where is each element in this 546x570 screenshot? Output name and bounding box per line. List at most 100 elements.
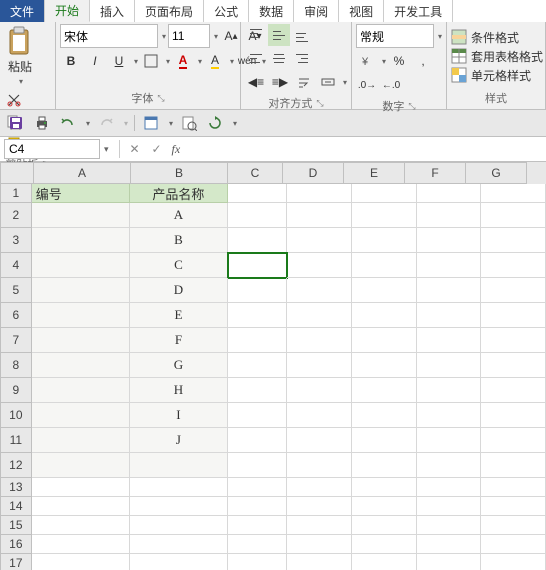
cell[interactable] (228, 516, 287, 535)
name-box[interactable] (4, 139, 100, 159)
cell[interactable] (228, 428, 287, 453)
chevron-down-icon[interactable]: ▾ (438, 32, 442, 41)
cell[interactable] (228, 203, 287, 228)
cell[interactable] (352, 253, 417, 278)
cell[interactable] (481, 184, 546, 203)
dialog-launcher-icon[interactable]: ⤡ (316, 98, 323, 109)
cell[interactable] (287, 228, 352, 253)
cell[interactable] (417, 453, 482, 478)
cell[interactable] (481, 203, 546, 228)
cell[interactable]: G (130, 353, 228, 378)
cell[interactable] (287, 516, 352, 535)
cell[interactable] (228, 278, 287, 303)
cell[interactable] (287, 535, 352, 554)
select-all-corner[interactable] (0, 162, 34, 184)
underline-button[interactable]: U (108, 50, 130, 72)
cell[interactable] (417, 378, 482, 403)
cell[interactable] (352, 203, 417, 228)
cut-button[interactable] (4, 90, 24, 110)
cell[interactable]: 编号 (32, 184, 130, 203)
column-header[interactable]: C (228, 162, 283, 184)
cell[interactable] (417, 353, 482, 378)
cell[interactable] (287, 554, 352, 570)
cell[interactable] (481, 535, 546, 554)
cell[interactable] (130, 453, 228, 478)
cell[interactable] (228, 253, 287, 278)
cell[interactable] (130, 516, 228, 535)
row-header[interactable]: 2 (0, 203, 32, 228)
row-header[interactable]: 1 (0, 184, 32, 203)
format-as-table-button[interactable]: 套用表格格式 (451, 48, 543, 65)
cell[interactable] (32, 478, 130, 497)
comma-button[interactable]: , (412, 50, 434, 72)
cell[interactable] (481, 353, 546, 378)
cell-styles-button[interactable]: 单元格样式 (451, 67, 543, 84)
cell[interactable] (287, 478, 352, 497)
chevron-down-icon[interactable]: ▾ (198, 57, 202, 66)
cell[interactable] (32, 228, 130, 253)
row-header[interactable]: 8 (0, 353, 32, 378)
cell[interactable] (130, 554, 228, 570)
chevron-down-icon[interactable]: ▾ (86, 119, 90, 128)
border-button[interactable] (140, 50, 162, 72)
cell[interactable] (32, 203, 130, 228)
cell[interactable] (352, 478, 417, 497)
cell[interactable] (481, 453, 546, 478)
tab-review[interactable]: 审阅 (294, 0, 339, 22)
row-header[interactable]: 9 (0, 378, 32, 403)
row-header[interactable]: 5 (0, 278, 32, 303)
row-header[interactable]: 10 (0, 403, 32, 428)
cell[interactable] (352, 403, 417, 428)
cell[interactable] (228, 497, 287, 516)
row-header[interactable]: 12 (0, 453, 32, 478)
tab-data[interactable]: 数据 (249, 0, 294, 22)
cell[interactable] (481, 228, 546, 253)
chevron-down-icon[interactable]: ▾ (343, 78, 347, 87)
cell[interactable] (481, 428, 546, 453)
cell[interactable] (417, 184, 482, 203)
font-name-select[interactable] (60, 24, 158, 48)
cell[interactable] (417, 278, 482, 303)
undo-button[interactable] (58, 113, 78, 133)
cell[interactable] (352, 497, 417, 516)
dialog-launcher-icon[interactable]: ⤡ (157, 93, 164, 104)
cell[interactable]: F (130, 328, 228, 353)
cell[interactable] (130, 478, 228, 497)
percent-button[interactable]: % (388, 50, 410, 72)
cell[interactable] (352, 184, 417, 203)
cell[interactable] (352, 378, 417, 403)
cell[interactable]: B (130, 228, 228, 253)
cell[interactable] (417, 497, 482, 516)
cell[interactable] (417, 303, 482, 328)
cell[interactable] (352, 428, 417, 453)
chevron-down-icon[interactable]: ▾ (134, 57, 138, 66)
cell[interactable] (228, 378, 287, 403)
cell[interactable] (32, 378, 130, 403)
chevron-down-icon[interactable]: ▾ (124, 119, 128, 128)
cell[interactable] (287, 428, 352, 453)
cell[interactable] (32, 535, 130, 554)
qat-button-3[interactable] (205, 113, 225, 133)
chevron-down-icon[interactable]: ▾ (214, 32, 218, 41)
cell[interactable] (32, 278, 130, 303)
cell[interactable] (228, 184, 287, 203)
cell[interactable] (228, 403, 287, 428)
cancel-formula-button[interactable]: ✕ (124, 142, 146, 156)
cell[interactable]: E (130, 303, 228, 328)
cell[interactable] (32, 303, 130, 328)
fill-color-button[interactable]: A (204, 50, 226, 72)
tab-formula[interactable]: 公式 (204, 0, 249, 22)
chevron-down-icon[interactable]: ▾ (104, 144, 115, 155)
dialog-launcher-icon[interactable]: ⤡ (408, 101, 415, 112)
increase-font-button[interactable]: A▴ (220, 25, 242, 47)
wrap-text-button[interactable] (293, 71, 315, 93)
cell[interactable] (32, 328, 130, 353)
cell[interactable] (417, 403, 482, 428)
cell[interactable] (287, 453, 352, 478)
italic-button[interactable]: I (84, 50, 106, 72)
cell[interactable] (481, 478, 546, 497)
cell[interactable] (481, 554, 546, 570)
chevron-down-icon[interactable]: ▾ (169, 119, 173, 128)
save-button[interactable] (6, 113, 26, 133)
cell[interactable] (32, 428, 130, 453)
